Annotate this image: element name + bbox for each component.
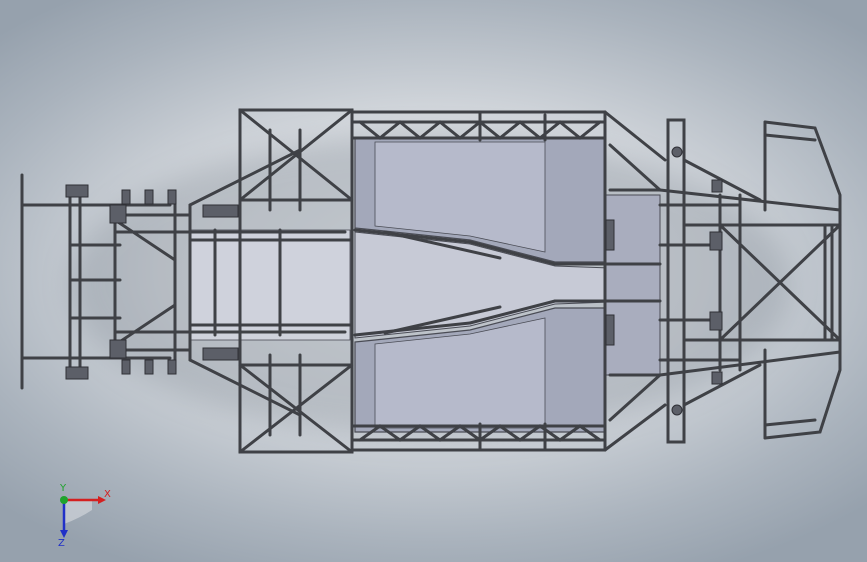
- y-axis-point: [60, 496, 68, 504]
- x-axis-label: X: [104, 489, 111, 500]
- axis-triad-graphic: X Y Z: [58, 483, 111, 549]
- chassis-frame-model[interactable]: [0, 0, 867, 562]
- z-axis-arrowhead: [60, 530, 68, 538]
- cad-viewport[interactable]: X Y Z: [0, 0, 867, 562]
- z-axis-label: Z: [58, 538, 65, 548]
- y-axis-label: Y: [59, 483, 67, 494]
- triad-plane: [64, 500, 92, 524]
- orientation-triad: X Y Z: [40, 478, 120, 549]
